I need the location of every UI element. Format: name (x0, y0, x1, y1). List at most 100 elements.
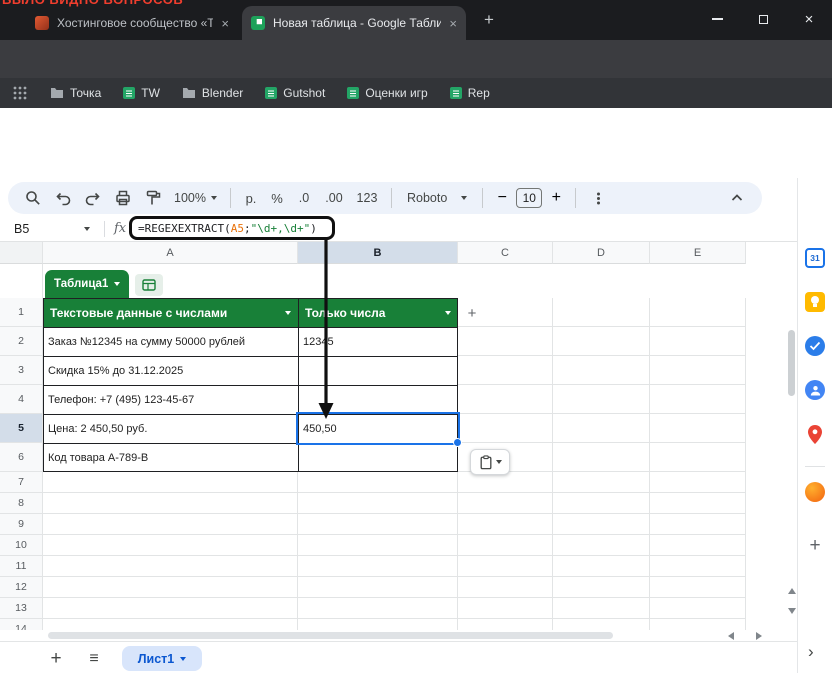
cell[interactable] (298, 535, 458, 556)
cell-a1-table-header[interactable]: Текстовые данные с числами (43, 298, 298, 327)
cell[interactable] (553, 556, 650, 577)
bookmark-folder[interactable]: Blender (182, 86, 243, 100)
minimize-button[interactable] (694, 0, 740, 38)
tasks-icon[interactable] (805, 336, 825, 356)
row-header[interactable]: 12 (0, 577, 43, 598)
cell[interactable] (650, 356, 746, 385)
decrease-decimals-button[interactable]: .0 (292, 185, 316, 211)
font-size-input[interactable]: 10 (516, 188, 542, 208)
row-header[interactable]: 8 (0, 493, 43, 514)
row-header[interactable]: 11 (0, 556, 43, 577)
scroll-right-icon[interactable] (756, 632, 762, 640)
bookmark-item[interactable]: TW (123, 86, 160, 100)
formula-input[interactable]: =REGEXEXTRACT(A5;"\d+,\d+") (129, 216, 335, 240)
cell[interactable] (458, 327, 553, 356)
maps-icon[interactable] (805, 424, 825, 444)
percent-format-button[interactable]: % (266, 185, 288, 211)
add-table-column-button[interactable]: + (462, 303, 482, 323)
horizontal-scrollbar[interactable] (0, 630, 787, 641)
zoom-selector[interactable]: 100% (170, 191, 221, 205)
sheet-tab-active[interactable]: Лист1 (122, 646, 202, 671)
cell[interactable] (650, 298, 746, 327)
table-options-button[interactable] (135, 274, 163, 296)
sheet-menu-icon[interactable] (180, 657, 186, 661)
search-menus-button[interactable] (20, 185, 46, 211)
cell[interactable] (553, 414, 650, 443)
cell[interactable] (650, 414, 746, 443)
row-header[interactable]: 1 (0, 298, 43, 327)
cell[interactable] (553, 535, 650, 556)
bookmark-item[interactable]: Rep (450, 86, 490, 100)
cell[interactable] (458, 356, 553, 385)
column-menu-icon[interactable] (445, 311, 451, 315)
cell-a4[interactable]: Телефон: +7 (495) 123-45-67 (43, 385, 298, 414)
cell[interactable] (553, 472, 650, 493)
column-menu-icon[interactable] (285, 311, 291, 315)
cell[interactable] (553, 443, 650, 472)
apps-grid-icon[interactable] (12, 85, 28, 101)
vertical-scrollbar[interactable] (787, 242, 797, 630)
get-addons-button[interactable]: + (805, 536, 825, 556)
cell-b6[interactable] (298, 443, 458, 472)
row-header[interactable]: 9 (0, 514, 43, 535)
more-formats-button[interactable]: 123 (352, 185, 382, 211)
font-selector[interactable]: Roboto (401, 191, 473, 205)
all-sheets-button[interactable]: ≡ (82, 647, 106, 671)
row-header[interactable]: 5 (0, 414, 43, 443)
row-header[interactable]: 14 (0, 619, 43, 630)
row-header[interactable]: 13 (0, 598, 43, 619)
cell[interactable] (650, 327, 746, 356)
bookmark-item[interactable]: Оценки игр (347, 86, 427, 100)
cell[interactable] (458, 619, 553, 630)
row-header[interactable]: 7 (0, 472, 43, 493)
paste-options-button[interactable] (470, 449, 510, 475)
cell[interactable] (650, 385, 746, 414)
cell[interactable] (553, 385, 650, 414)
cell[interactable] (458, 493, 553, 514)
cell[interactable] (43, 493, 298, 514)
row-header[interactable]: 10 (0, 535, 43, 556)
cell[interactable] (43, 577, 298, 598)
cell-a3[interactable]: Скидка 15% до 31.12.2025 (43, 356, 298, 385)
collapse-toolbar-button[interactable] (724, 185, 750, 211)
browser-tab-inactive[interactable]: Хостинговое сообщество «Tim × (26, 8, 238, 38)
increase-font-size-button[interactable]: + (546, 185, 566, 211)
cell[interactable] (298, 577, 458, 598)
undo-button[interactable] (50, 185, 76, 211)
cell[interactable] (553, 619, 650, 630)
cell[interactable] (43, 556, 298, 577)
scroll-up-icon[interactable] (788, 588, 796, 594)
row-header[interactable]: 6 (0, 443, 43, 472)
cell[interactable] (458, 472, 553, 493)
row-header[interactable]: 2 (0, 327, 43, 356)
cell-b3[interactable] (298, 356, 458, 385)
redo-button[interactable] (80, 185, 106, 211)
cell-b2[interactable]: 12345 (298, 327, 458, 356)
cell-b4[interactable] (298, 385, 458, 414)
add-sheet-button[interactable]: + (44, 647, 68, 671)
keep-icon[interactable] (805, 292, 825, 312)
decrease-font-size-button[interactable]: − (492, 185, 512, 211)
cell[interactable] (650, 443, 746, 472)
cell-a5[interactable]: Цена: 2 450,50 руб. (43, 414, 298, 443)
cell-a2[interactable]: Заказ №12345 на сумму 50000 рублей (43, 327, 298, 356)
cell[interactable] (458, 598, 553, 619)
browser-tab-active[interactable]: Новая таблица - Google Табли × (242, 6, 466, 40)
cell[interactable] (43, 619, 298, 630)
cell-b5-selected[interactable]: 450,50 (298, 414, 458, 443)
toolbar-more-button[interactable] (585, 185, 611, 211)
cell[interactable] (458, 414, 553, 443)
column-header-d[interactable]: D (553, 242, 650, 264)
expand-side-panel-icon[interactable]: › (808, 642, 814, 662)
cell[interactable] (458, 535, 553, 556)
cell[interactable] (298, 472, 458, 493)
cell[interactable] (553, 598, 650, 619)
cell[interactable] (298, 556, 458, 577)
column-header-b[interactable]: B (298, 242, 458, 264)
close-tab-icon[interactable]: × (221, 17, 229, 30)
scroll-down-icon[interactable] (788, 608, 796, 614)
scroll-left-icon[interactable] (728, 632, 734, 640)
close-tab-icon[interactable]: × (449, 17, 457, 30)
cell[interactable] (43, 535, 298, 556)
currency-format-button[interactable]: р. (240, 185, 262, 211)
